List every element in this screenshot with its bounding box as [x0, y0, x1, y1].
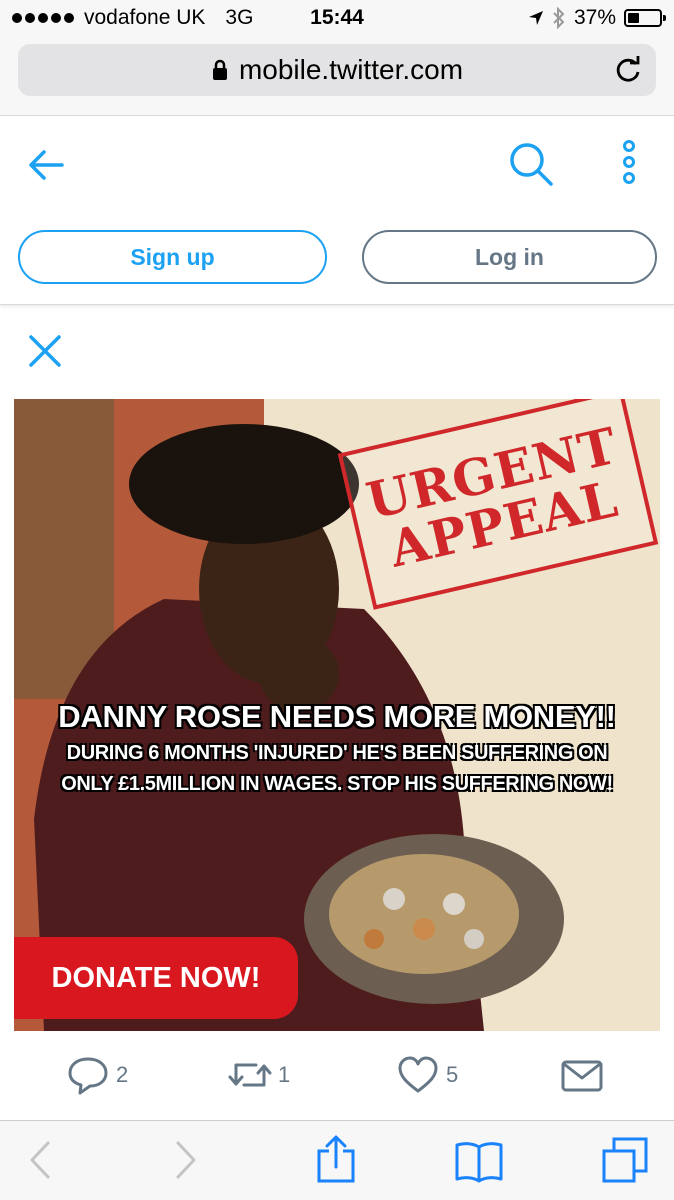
- bookmarks-icon[interactable]: [454, 1135, 504, 1185]
- tabs-icon[interactable]: [600, 1135, 650, 1185]
- donate-now-banner: DONATE NOW!: [14, 937, 298, 1019]
- search-icon[interactable]: [508, 141, 554, 187]
- reply-icon: [68, 1057, 108, 1095]
- battery-fill: [628, 13, 639, 23]
- bluetooth-icon: [553, 7, 565, 29]
- browser-back-icon[interactable]: [16, 1135, 66, 1185]
- like-count: 5: [446, 1062, 459, 1087]
- retweet-icon: [228, 1063, 272, 1087]
- envelope-icon: [561, 1060, 603, 1092]
- share-icon[interactable]: [311, 1135, 361, 1185]
- status-right: 37%: [528, 6, 666, 30]
- sign-up-button[interactable]: Sign up: [18, 230, 327, 284]
- twitter-header: Sign up Log in: [0, 117, 674, 305]
- tweet-image[interactable]: URGENT APPEAL DANNY ROSE NEEDS MORE MONE…: [14, 399, 660, 1031]
- reload-icon[interactable]: [614, 56, 642, 84]
- image-subline-1: DURING 6 MONTHS 'INJURED' HE'S BEEN SUFF…: [66, 742, 608, 764]
- image-headline: DANNY ROSE NEEDS MORE MONEY!!: [58, 699, 616, 734]
- retweet-count: 1: [278, 1062, 291, 1087]
- status-bar: vodafone UK 3G 15:44 37%: [0, 0, 674, 36]
- reply-button[interactable]: 2: [66, 1053, 128, 1097]
- more-options-icon[interactable]: [616, 139, 642, 185]
- lock-icon: [212, 59, 227, 80]
- reply-count: 2: [116, 1062, 129, 1087]
- like-button[interactable]: 5: [396, 1053, 458, 1097]
- back-arrow-icon[interactable]: [26, 145, 66, 185]
- retweet-button[interactable]: 1: [228, 1053, 290, 1097]
- location-arrow-icon: [528, 11, 543, 25]
- browser-address-area: mobile.twitter.com: [0, 36, 674, 116]
- battery-percent: 37%: [573, 6, 616, 29]
- battery-icon: [624, 9, 666, 27]
- close-icon[interactable]: [28, 334, 62, 368]
- direct-message-button[interactable]: [560, 1053, 604, 1097]
- address-bar[interactable]: mobile.twitter.com: [18, 44, 656, 96]
- url-text: mobile.twitter.com: [238, 54, 464, 85]
- heart-icon: [398, 1056, 438, 1093]
- log-in-button[interactable]: Log in: [362, 230, 657, 284]
- tweet-actions: 2 1 5: [0, 1047, 674, 1111]
- browser-toolbar: [0, 1120, 674, 1200]
- image-subline-2: ONLY £1.5MILLION IN WAGES. STOP HIS SUFF…: [61, 773, 613, 795]
- browser-forward-icon[interactable]: [160, 1135, 210, 1185]
